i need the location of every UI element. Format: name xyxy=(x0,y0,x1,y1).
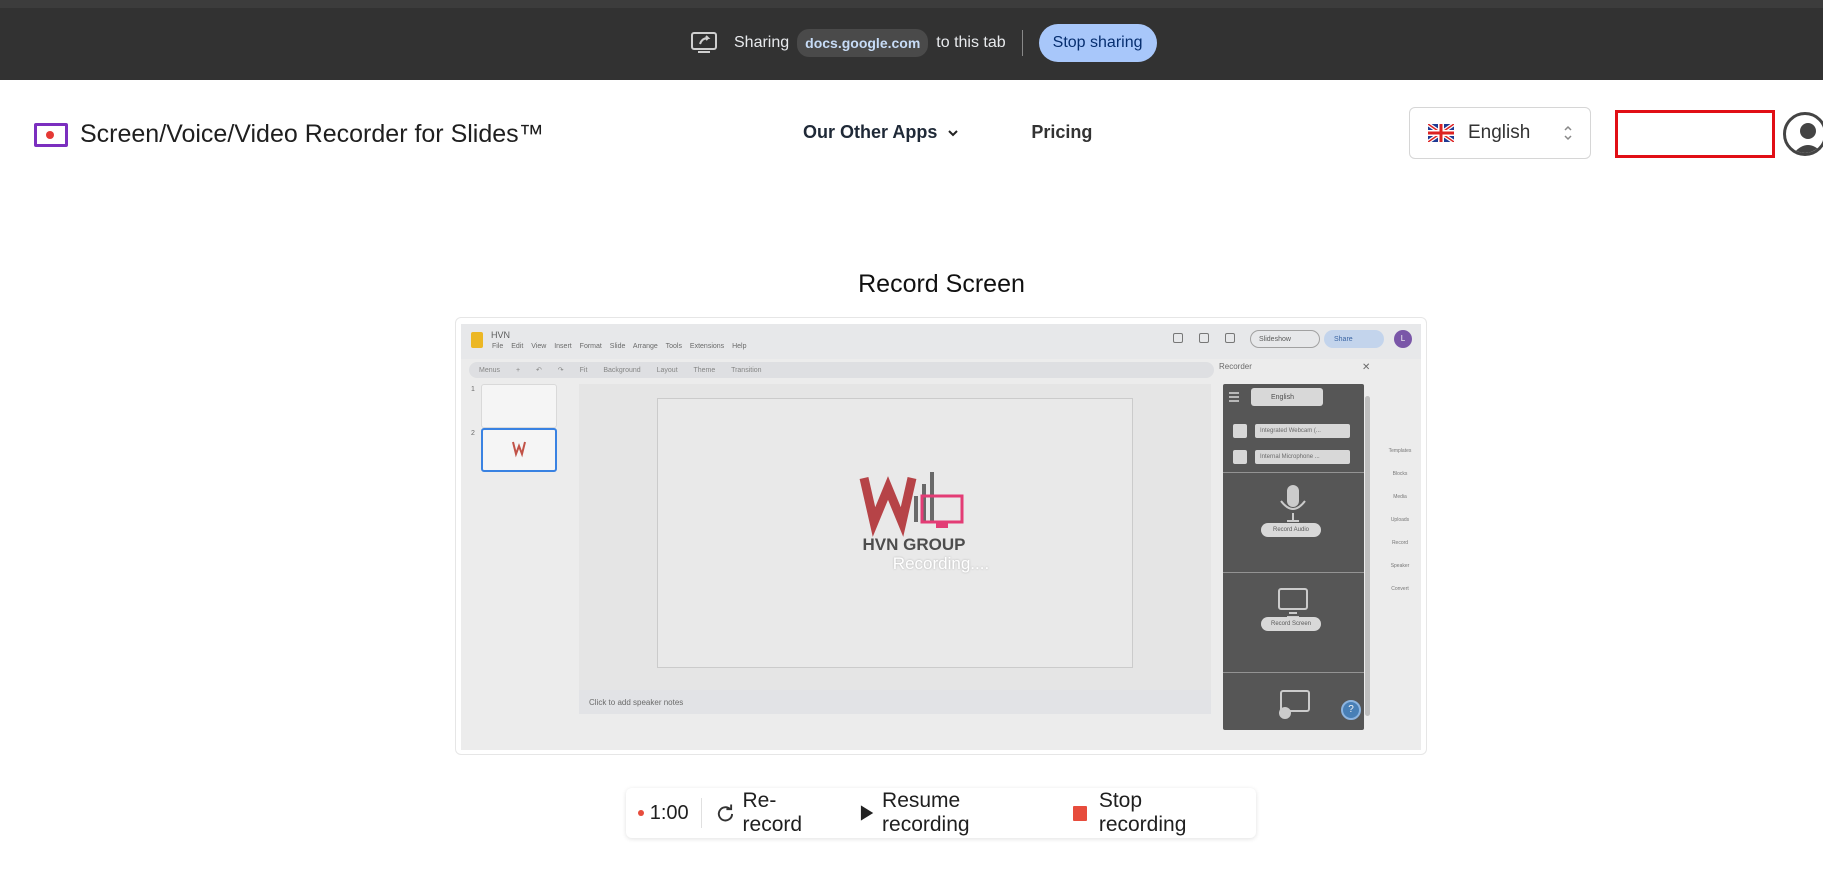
site-header: Screen/Voice/Video Recorder for Slides™ … xyxy=(0,80,1823,190)
screen-share-icon xyxy=(691,32,717,53)
sharing-info: Sharing docs.google.com to this tab Stop… xyxy=(690,24,1157,62)
highlight-box xyxy=(1615,110,1775,158)
rerecord-label: Re-record xyxy=(742,789,803,836)
sharing-target-label: to this tab xyxy=(936,34,1006,51)
stop-recording-button[interactable]: Stop recording xyxy=(1072,789,1228,837)
person-icon xyxy=(1793,123,1823,153)
screen-preview: HVN File Edit View Insert Format Slide A… xyxy=(461,324,1421,750)
stop-sharing-button[interactable]: Stop sharing xyxy=(1038,24,1157,62)
uk-flag-icon xyxy=(1428,124,1454,142)
play-icon xyxy=(860,805,874,821)
recorder-logo-icon xyxy=(34,122,68,147)
brand[interactable]: Screen/Voice/Video Recorder for Slides™ xyxy=(34,120,544,149)
shared-domain-chip: docs.google.com xyxy=(797,29,929,57)
browser-top-strip xyxy=(0,0,1823,8)
brand-title: Screen/Voice/Video Recorder for Slides™ xyxy=(80,120,544,148)
rerecord-icon xyxy=(717,804,733,822)
tab-sharing-bar: Sharing docs.google.com to this tab Stop… xyxy=(0,8,1823,80)
language-label: English xyxy=(1468,122,1531,143)
rerecord-button[interactable]: Re-record xyxy=(716,789,831,837)
nav-other-apps-label: Our Other Apps xyxy=(803,122,938,142)
sharing-label: Sharing xyxy=(734,34,790,51)
stop-icon xyxy=(1072,805,1087,821)
resume-recording-button[interactable]: Resume recording xyxy=(859,789,1045,837)
recording-dot-icon xyxy=(638,810,644,816)
page-title: Record Screen xyxy=(858,270,1025,298)
sharing-divider xyxy=(1021,30,1023,56)
nav-pricing[interactable]: Pricing xyxy=(1031,122,1092,143)
main-nav: Our Other Apps Pricing xyxy=(803,122,1092,143)
language-select[interactable]: English xyxy=(1409,107,1591,159)
select-arrows-icon xyxy=(1564,125,1572,141)
recording-controls: 1:00 Re-record Resume recording Stop rec… xyxy=(626,788,1256,838)
recording-overlay xyxy=(461,324,1421,750)
chevron-down-icon xyxy=(948,129,959,136)
user-avatar-icon[interactable] xyxy=(1783,112,1823,156)
stop-recording-label: Stop recording xyxy=(1098,789,1187,836)
recording-status: Recording.... xyxy=(892,554,990,573)
nav-other-apps[interactable]: Our Other Apps xyxy=(803,122,959,143)
resume-recording-label: Resume recording xyxy=(882,789,970,836)
recording-timer: 1:00 xyxy=(649,801,689,824)
controls-divider xyxy=(700,798,702,828)
